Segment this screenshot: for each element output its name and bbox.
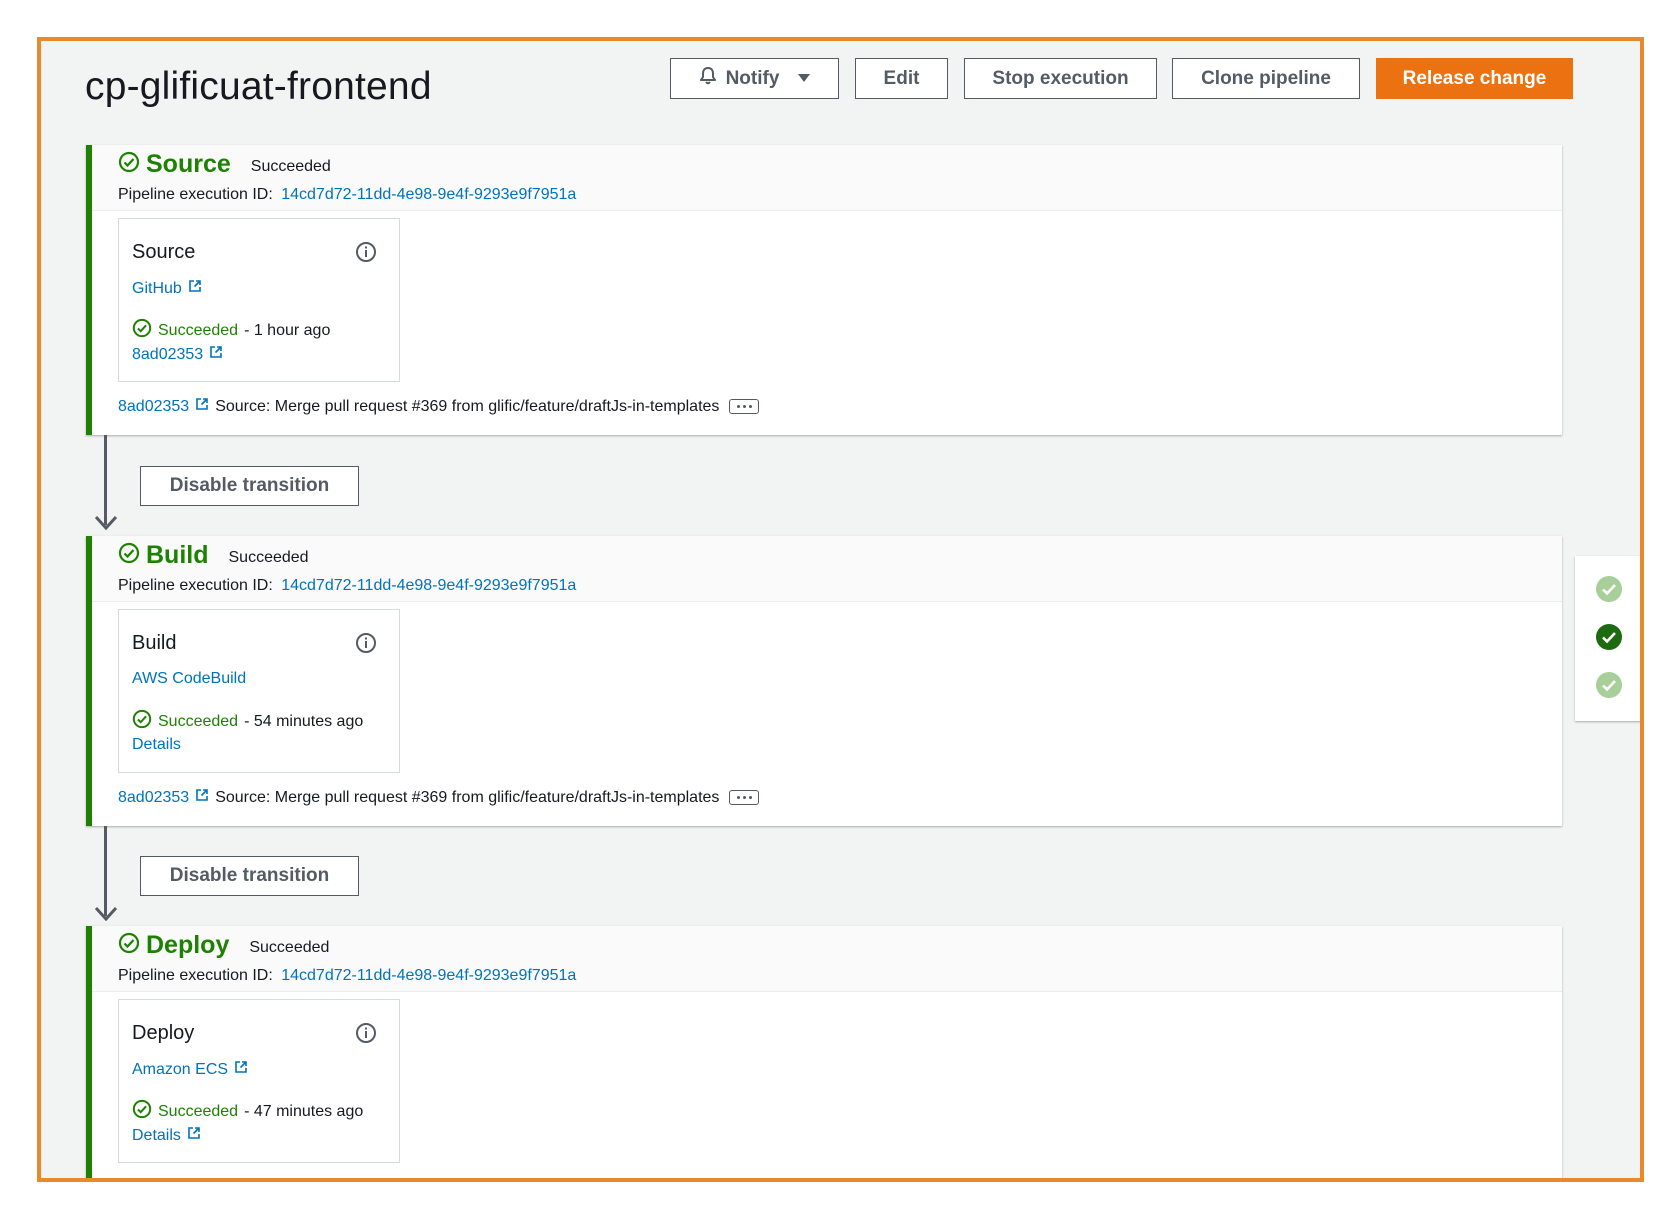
action-name: Build	[132, 632, 177, 654]
external-link-icon[interactable]	[187, 1126, 201, 1145]
action-status: Succeeded	[158, 712, 239, 730]
ellipsis-icon[interactable]	[729, 399, 760, 414]
arrow-down-icon	[94, 515, 118, 536]
stage-name: Source	[146, 150, 231, 178]
stage-status: Succeeded	[249, 938, 330, 956]
stage-header: Build Succeeded Pipeline execution ID: 1…	[92, 536, 1562, 602]
external-link-icon[interactable]	[188, 279, 202, 298]
info-icon[interactable]	[355, 241, 377, 268]
stage-status: Succeeded	[228, 548, 309, 566]
revision-summary: 8ad02353 Source: Merge pull request #369…	[118, 397, 760, 416]
check-circle-icon	[118, 542, 140, 569]
info-icon[interactable]	[355, 1022, 377, 1049]
info-icon[interactable]	[355, 632, 377, 659]
action-time: - 47 minutes ago	[244, 1102, 364, 1120]
revision-message: Source: Merge pull request #369 from gli…	[215, 788, 720, 806]
notify-button[interactable]: Notify	[670, 58, 839, 99]
external-link-icon[interactable]	[234, 1060, 248, 1079]
clone-pipeline-button[interactable]: Clone pipeline	[1172, 58, 1360, 99]
ellipsis-icon[interactable]	[729, 790, 760, 805]
check-circle-icon[interactable]	[1594, 670, 1624, 705]
action-name: Source	[132, 241, 196, 263]
execution-id-link[interactable]: 14cd7d72-11dd-4e98-9e4f-9293e9f7951a	[281, 577, 576, 594]
pipeline-page: cp-glificuat-frontend Notify Edit Stop e…	[37, 37, 1644, 1182]
release-change-button[interactable]: Release change	[1376, 58, 1573, 99]
stage-status: Succeeded	[250, 157, 331, 175]
check-circle-icon	[118, 151, 140, 178]
stage-header: Deploy Succeeded Pipeline execution ID: …	[92, 926, 1562, 992]
stage-minimap	[1575, 556, 1640, 721]
action-name: Deploy	[132, 1022, 195, 1044]
check-circle-icon[interactable]	[1594, 622, 1624, 657]
stage-name: Deploy	[146, 931, 230, 959]
execution-id-link[interactable]: 14cd7d72-11dd-4e98-9e4f-9293e9f7951a	[281, 186, 576, 203]
check-circle-icon	[132, 709, 152, 734]
provider-link[interactable]: AWS CodeBuild	[132, 670, 246, 688]
revision-summary: 8ad02353 Source: Merge pull request #369…	[118, 788, 760, 807]
disable-transition-button[interactable]: Disable transition	[140, 856, 359, 896]
disable-transition-button[interactable]: Disable transition	[140, 466, 359, 506]
details-link[interactable]: Details	[132, 1127, 181, 1145]
external-link-icon[interactable]	[195, 788, 209, 807]
stage-name: Build	[146, 541, 209, 569]
provider-link[interactable]: GitHub	[132, 280, 182, 298]
stop-execution-button[interactable]: Stop execution	[964, 58, 1157, 99]
external-link-icon[interactable]	[195, 397, 209, 416]
action-card: Source GitHub Succeeded - 1 hour ago 8ad…	[118, 218, 400, 382]
details-link[interactable]: Details	[132, 736, 181, 754]
check-circle-icon	[118, 932, 140, 959]
stage-deploy: Deploy Succeeded Pipeline execution ID: …	[86, 926, 1562, 1178]
transition-line	[104, 826, 107, 916]
transition-line	[104, 435, 107, 525]
stage-header: Source Succeeded Pipeline execution ID: …	[92, 145, 1562, 211]
revision-message: Source: Merge pull request #369 from gli…	[215, 397, 720, 415]
execution-id-label: Pipeline execution ID:	[118, 577, 273, 594]
action-time: - 1 hour ago	[244, 321, 331, 339]
action-card: Deploy Amazon ECS Succeeded - 47 minutes…	[118, 999, 400, 1163]
execution-id-label: Pipeline execution ID:	[118, 967, 273, 984]
check-circle-icon[interactable]	[1594, 574, 1624, 609]
action-status: Succeeded	[158, 321, 239, 339]
revision-link[interactable]: 8ad02353	[118, 398, 189, 416]
revision-link[interactable]: 8ad02353	[118, 789, 189, 807]
action-status: Succeeded	[158, 1102, 239, 1120]
check-circle-icon	[132, 318, 152, 343]
execution-id-label: Pipeline execution ID:	[118, 186, 273, 203]
commit-link[interactable]: 8ad02353	[132, 346, 203, 364]
stage-source: Source Succeeded Pipeline execution ID: …	[86, 145, 1562, 435]
arrow-down-icon	[94, 906, 118, 927]
page-title: cp-glificuat-frontend	[85, 65, 432, 108]
action-time: - 54 minutes ago	[244, 712, 364, 730]
action-card: Build AWS CodeBuild Succeeded - 54 minut…	[118, 609, 400, 773]
caret-down-icon	[797, 68, 811, 90]
execution-id-link[interactable]: 14cd7d72-11dd-4e98-9e4f-9293e9f7951a	[281, 967, 576, 984]
bell-icon	[698, 66, 718, 92]
notify-label: Notify	[725, 67, 780, 89]
provider-link[interactable]: Amazon ECS	[132, 1061, 228, 1079]
check-circle-icon	[132, 1099, 152, 1124]
edit-button[interactable]: Edit	[855, 58, 948, 99]
stage-build: Build Succeeded Pipeline execution ID: 1…	[86, 536, 1562, 826]
external-link-icon[interactable]	[209, 345, 223, 364]
